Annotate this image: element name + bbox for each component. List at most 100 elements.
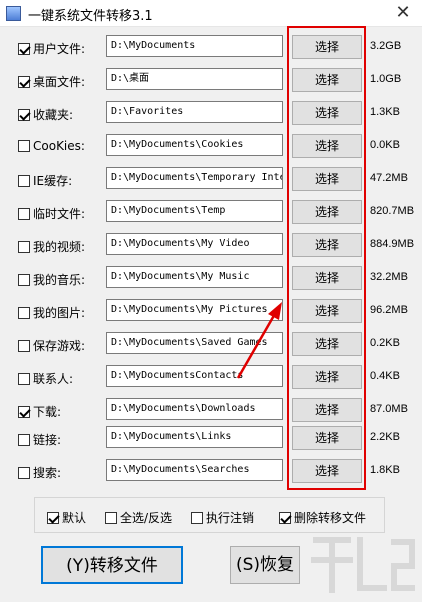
folder-row: 下载: D:\MyDocuments\Downloads 选择 87.0MB bbox=[0, 398, 422, 424]
options-group: 默认 全选/反选 执行注销 删除转移文件 bbox=[34, 497, 385, 533]
row-checkbox-wrap[interactable]: 链接: bbox=[18, 431, 61, 448]
row-checkbox[interactable] bbox=[18, 339, 30, 352]
select-button[interactable]: 选择 bbox=[292, 365, 362, 389]
row-label: 桌面文件: bbox=[33, 75, 86, 89]
row-checkbox[interactable] bbox=[18, 75, 30, 88]
row-checkbox-wrap[interactable]: 下载: bbox=[18, 403, 61, 420]
folder-row: 我的视频: D:\MyDocuments\My Video 选择 884.9MB bbox=[0, 233, 422, 259]
row-checkbox[interactable] bbox=[18, 466, 30, 479]
row-label: 我的音乐: bbox=[33, 273, 86, 287]
row-checkbox-wrap[interactable]: 我的音乐: bbox=[18, 271, 85, 288]
option-delete-moved[interactable]: 删除转移文件 bbox=[279, 509, 366, 526]
watermark-logo bbox=[311, 537, 415, 593]
row-checkbox[interactable] bbox=[18, 433, 30, 446]
select-button[interactable]: 选择 bbox=[292, 35, 362, 59]
select-button[interactable]: 选择 bbox=[292, 299, 362, 323]
select-button[interactable]: 选择 bbox=[292, 200, 362, 224]
path-field[interactable]: D:\MyDocuments\Searches bbox=[106, 459, 283, 481]
path-field[interactable]: D:\MyDocuments\Temp bbox=[106, 200, 283, 222]
select-button[interactable]: 选择 bbox=[292, 134, 362, 158]
select-button[interactable]: 选择 bbox=[292, 459, 362, 483]
folder-row: 收藏夹: D:\Favorites 选择 1.3KB bbox=[0, 101, 422, 127]
select-button[interactable]: 选择 bbox=[292, 426, 362, 450]
row-label: CooKies: bbox=[33, 139, 85, 153]
row-checkbox-wrap[interactable]: 我的视频: bbox=[18, 238, 85, 255]
select-button[interactable]: 选择 bbox=[292, 398, 362, 422]
folder-row: 保存游戏: D:\MyDocuments\Saved Games 选择 0.2KB bbox=[0, 332, 422, 358]
size-label: 3.2GB bbox=[370, 40, 402, 52]
select-button[interactable]: 选择 bbox=[292, 101, 362, 125]
row-label: 我的视频: bbox=[33, 240, 86, 254]
folder-row: IE缓存: D:\MyDocuments\Temporary Inte 选择 47.2… bbox=[0, 167, 422, 193]
option-default-label: 默认 bbox=[62, 511, 87, 525]
row-checkbox-wrap[interactable]: 桌面文件: bbox=[18, 73, 85, 90]
row-checkbox[interactable] bbox=[18, 207, 30, 220]
row-checkbox[interactable] bbox=[18, 273, 30, 286]
path-field[interactable]: D:\MyDocuments\My Music bbox=[106, 266, 283, 288]
select-button[interactable]: 选择 bbox=[292, 332, 362, 356]
option-logoff[interactable]: 执行注销 bbox=[191, 509, 254, 526]
row-label: IE缓存: bbox=[33, 174, 73, 188]
row-label: 临时文件: bbox=[33, 207, 86, 221]
select-button[interactable]: 选择 bbox=[292, 167, 362, 191]
path-field[interactable]: D:\桌面 bbox=[106, 68, 283, 90]
row-checkbox-wrap[interactable]: CooKies: bbox=[18, 139, 85, 153]
option-select-all-checkbox[interactable] bbox=[105, 511, 117, 524]
select-button[interactable]: 选择 bbox=[292, 68, 362, 92]
option-default-checkbox[interactable] bbox=[47, 511, 59, 524]
option-delete-moved-label: 删除转移文件 bbox=[294, 511, 367, 525]
size-label: 96.2MB bbox=[370, 304, 408, 316]
title-bar: 一键系统文件转移3.1 ✕ bbox=[0, 0, 422, 27]
row-label: 链接: bbox=[33, 433, 62, 447]
row-checkbox[interactable] bbox=[18, 140, 30, 152]
row-label: 用户文件: bbox=[33, 42, 86, 56]
row-checkbox-wrap[interactable]: 搜索: bbox=[18, 464, 61, 481]
row-checkbox[interactable] bbox=[18, 306, 30, 319]
row-checkbox-wrap[interactable]: 收藏夹: bbox=[18, 106, 73, 123]
path-field[interactable]: D:\MyDocuments bbox=[106, 35, 283, 57]
size-label: 1.0GB bbox=[370, 73, 402, 85]
folder-row: 我的图片: D:\MyDocuments\My Pictures 选择 96.2MB bbox=[0, 299, 422, 325]
path-field[interactable]: D:\MyDocuments\Links bbox=[106, 426, 283, 448]
size-label: 32.2MB bbox=[370, 271, 408, 283]
row-checkbox[interactable] bbox=[18, 405, 30, 418]
option-select-all-label: 全选/反选 bbox=[120, 511, 173, 525]
row-checkbox-wrap[interactable]: IE缓存: bbox=[18, 172, 72, 189]
close-icon[interactable]: ✕ bbox=[392, 2, 414, 24]
path-field[interactable]: D:\MyDocuments\Temporary Inte bbox=[106, 167, 283, 189]
path-field[interactable]: D:\MyDocuments\My Pictures bbox=[106, 299, 283, 321]
path-field[interactable]: D:\Favorites bbox=[106, 101, 283, 123]
row-checkbox[interactable] bbox=[18, 174, 30, 187]
row-checkbox-wrap[interactable]: 联系人: bbox=[18, 370, 73, 387]
row-label: 我的图片: bbox=[33, 306, 86, 320]
size-label: 1.3KB bbox=[370, 106, 400, 118]
transfer-button[interactable]: (Y)转移文件 bbox=[41, 546, 183, 584]
size-label: 2.2KB bbox=[370, 431, 400, 443]
row-checkbox-wrap[interactable]: 我的图片: bbox=[18, 304, 85, 321]
path-field[interactable]: D:\MyDocuments\Saved Games bbox=[106, 332, 283, 354]
row-checkbox-wrap[interactable]: 用户文件: bbox=[18, 40, 85, 57]
row-checkbox[interactable] bbox=[18, 372, 30, 385]
size-label: 47.2MB bbox=[370, 172, 408, 184]
path-field[interactable]: D:\MyDocuments\Cookies bbox=[106, 134, 283, 156]
path-field[interactable]: D:\MyDocumentsContacts bbox=[106, 365, 283, 387]
path-field[interactable]: D:\MyDocuments\Downloads bbox=[106, 398, 283, 420]
select-button[interactable]: 选择 bbox=[292, 266, 362, 290]
option-logoff-checkbox[interactable] bbox=[191, 511, 203, 524]
row-checkbox-wrap[interactable]: 临时文件: bbox=[18, 205, 85, 222]
restore-button[interactable]: (S)恢复 bbox=[230, 546, 300, 584]
option-default[interactable]: 默认 bbox=[47, 509, 86, 526]
row-label: 保存游戏: bbox=[33, 339, 86, 353]
row-checkbox-wrap[interactable]: 保存游戏: bbox=[18, 337, 85, 354]
path-field[interactable]: D:\MyDocuments\My Video bbox=[106, 233, 283, 255]
option-select-all[interactable]: 全选/反选 bbox=[105, 509, 172, 526]
option-delete-moved-checkbox[interactable] bbox=[279, 511, 291, 524]
folder-row: 临时文件: D:\MyDocuments\Temp 选择 820.7MB bbox=[0, 200, 422, 226]
size-label: 1.8KB bbox=[370, 464, 400, 476]
row-checkbox[interactable] bbox=[18, 108, 30, 121]
app-icon bbox=[6, 6, 21, 21]
row-checkbox[interactable] bbox=[18, 240, 30, 253]
row-label: 收藏夹: bbox=[33, 108, 74, 122]
row-checkbox[interactable] bbox=[18, 42, 30, 55]
select-button[interactable]: 选择 bbox=[292, 233, 362, 257]
